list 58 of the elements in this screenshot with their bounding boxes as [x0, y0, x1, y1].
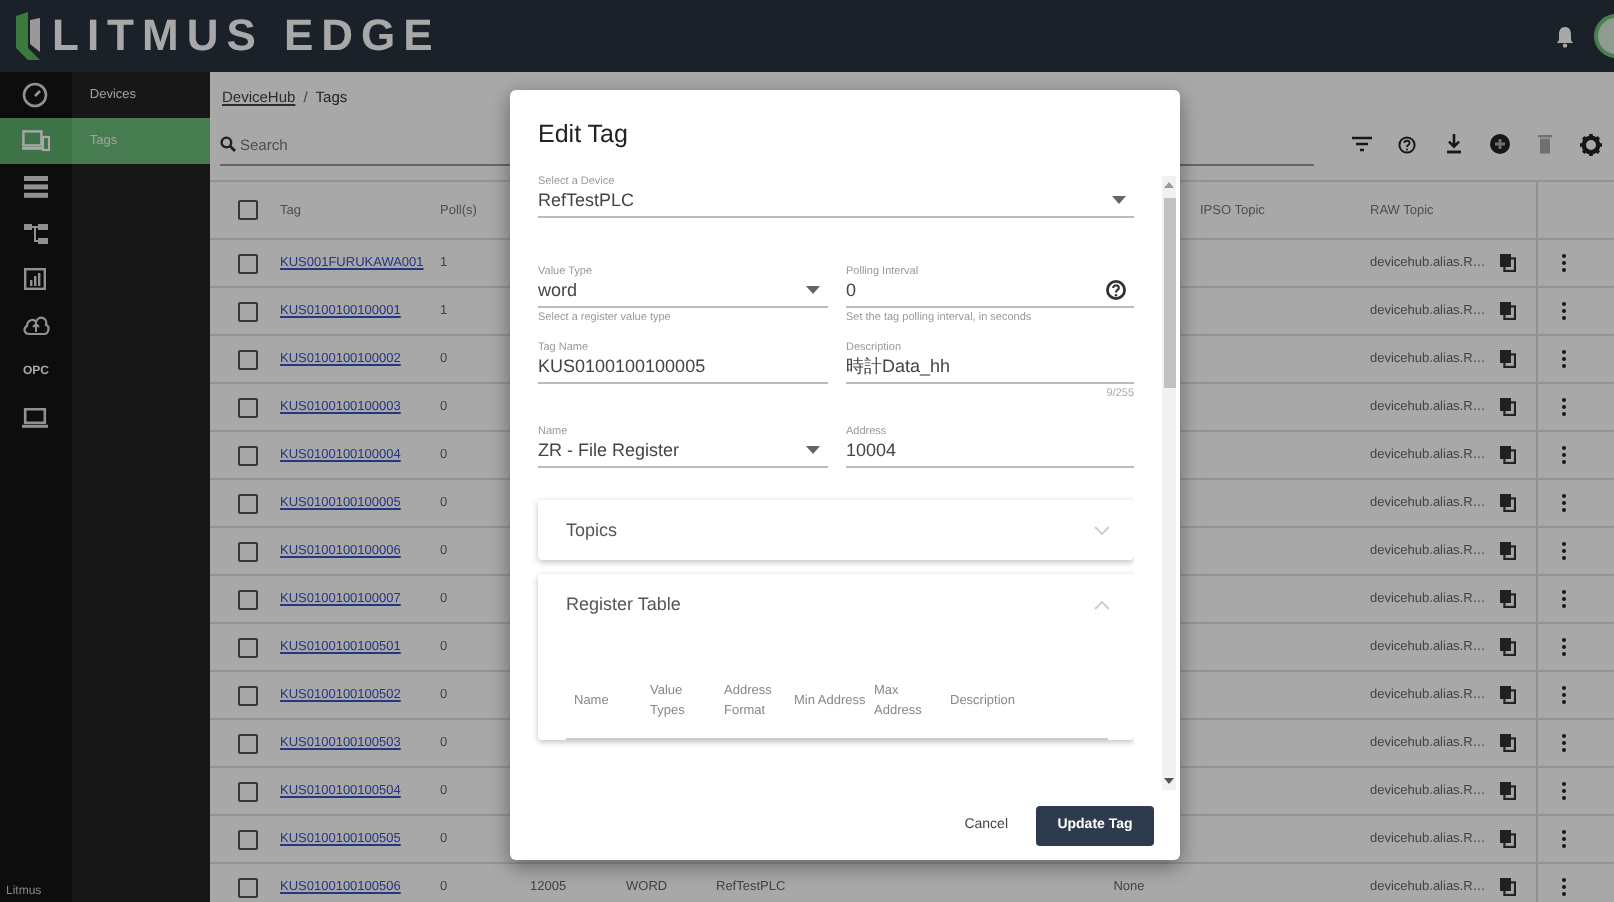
- cloud-upload-icon: [21, 314, 50, 336]
- checkbox[interactable]: [238, 253, 258, 273]
- copy-icon[interactable]: [1500, 254, 1516, 272]
- checkbox[interactable]: [238, 877, 258, 897]
- checkbox[interactable]: [238, 637, 258, 657]
- checkbox[interactable]: [238, 445, 258, 465]
- dropdown-arrow-icon: [806, 286, 820, 294]
- copy-icon[interactable]: [1500, 542, 1516, 560]
- copy-icon[interactable]: [1500, 398, 1516, 416]
- chevron-up-icon: [1094, 599, 1110, 609]
- checkbox[interactable]: [238, 200, 258, 220]
- copy-icon[interactable]: [1500, 638, 1516, 656]
- copy-icon[interactable]: [1500, 494, 1516, 512]
- copy-icon[interactable]: [1500, 590, 1516, 608]
- download-icon: [1445, 134, 1461, 154]
- checkbox[interactable]: [238, 541, 258, 561]
- settings-icon: [1580, 133, 1602, 155]
- checkbox[interactable]: [238, 781, 258, 801]
- tree-icon: [23, 221, 48, 245]
- dropdown-arrow-icon: [806, 446, 820, 454]
- laptop-icon: [22, 407, 49, 427]
- copy-icon[interactable]: [1500, 446, 1516, 464]
- add-icon: [1489, 134, 1509, 154]
- scrollbar-thumb[interactable]: [1163, 198, 1175, 388]
- chart-icon: [24, 268, 47, 290]
- checkbox[interactable]: [238, 493, 258, 513]
- list-icon: [23, 176, 48, 198]
- copy-icon[interactable]: [1500, 686, 1516, 704]
- checkbox[interactable]: [238, 349, 258, 369]
- checkbox[interactable]: [238, 829, 258, 849]
- filter-icon: [1351, 136, 1371, 152]
- copy-icon[interactable]: [1500, 350, 1516, 368]
- checkbox[interactable]: [238, 589, 258, 609]
- scroll-down-icon[interactable]: [1164, 778, 1174, 784]
- copy-icon[interactable]: [1500, 734, 1516, 752]
- copy-icon[interactable]: [1500, 830, 1516, 848]
- checkbox[interactable]: [238, 301, 258, 321]
- bell-icon[interactable]: [1556, 25, 1574, 47]
- chevron-down-icon: [1094, 525, 1110, 535]
- help-icon: [1398, 135, 1416, 153]
- search-icon: [220, 136, 236, 152]
- copy-icon[interactable]: [1500, 878, 1516, 896]
- help-icon: [1106, 280, 1126, 300]
- panel-header[interactable]: Topics: [538, 500, 1134, 560]
- gauge-icon: [22, 82, 49, 108]
- devices-icon: [21, 130, 50, 152]
- panel-header[interactable]: Register Table: [538, 574, 1134, 634]
- checkbox[interactable]: [238, 397, 258, 417]
- dropdown-arrow-icon: [1112, 196, 1126, 204]
- trash-icon: [1538, 134, 1552, 154]
- dialog-title: Edit Tag: [536, 117, 630, 152]
- copy-icon[interactable]: [1500, 782, 1516, 800]
- logo-icon: [16, 12, 40, 60]
- copy-icon[interactable]: [1500, 302, 1516, 320]
- checkbox[interactable]: [238, 685, 258, 705]
- logo-text: LITMUS EDGE: [52, 10, 441, 62]
- checkbox[interactable]: [238, 733, 258, 753]
- scrollbar[interactable]: [1162, 176, 1176, 790]
